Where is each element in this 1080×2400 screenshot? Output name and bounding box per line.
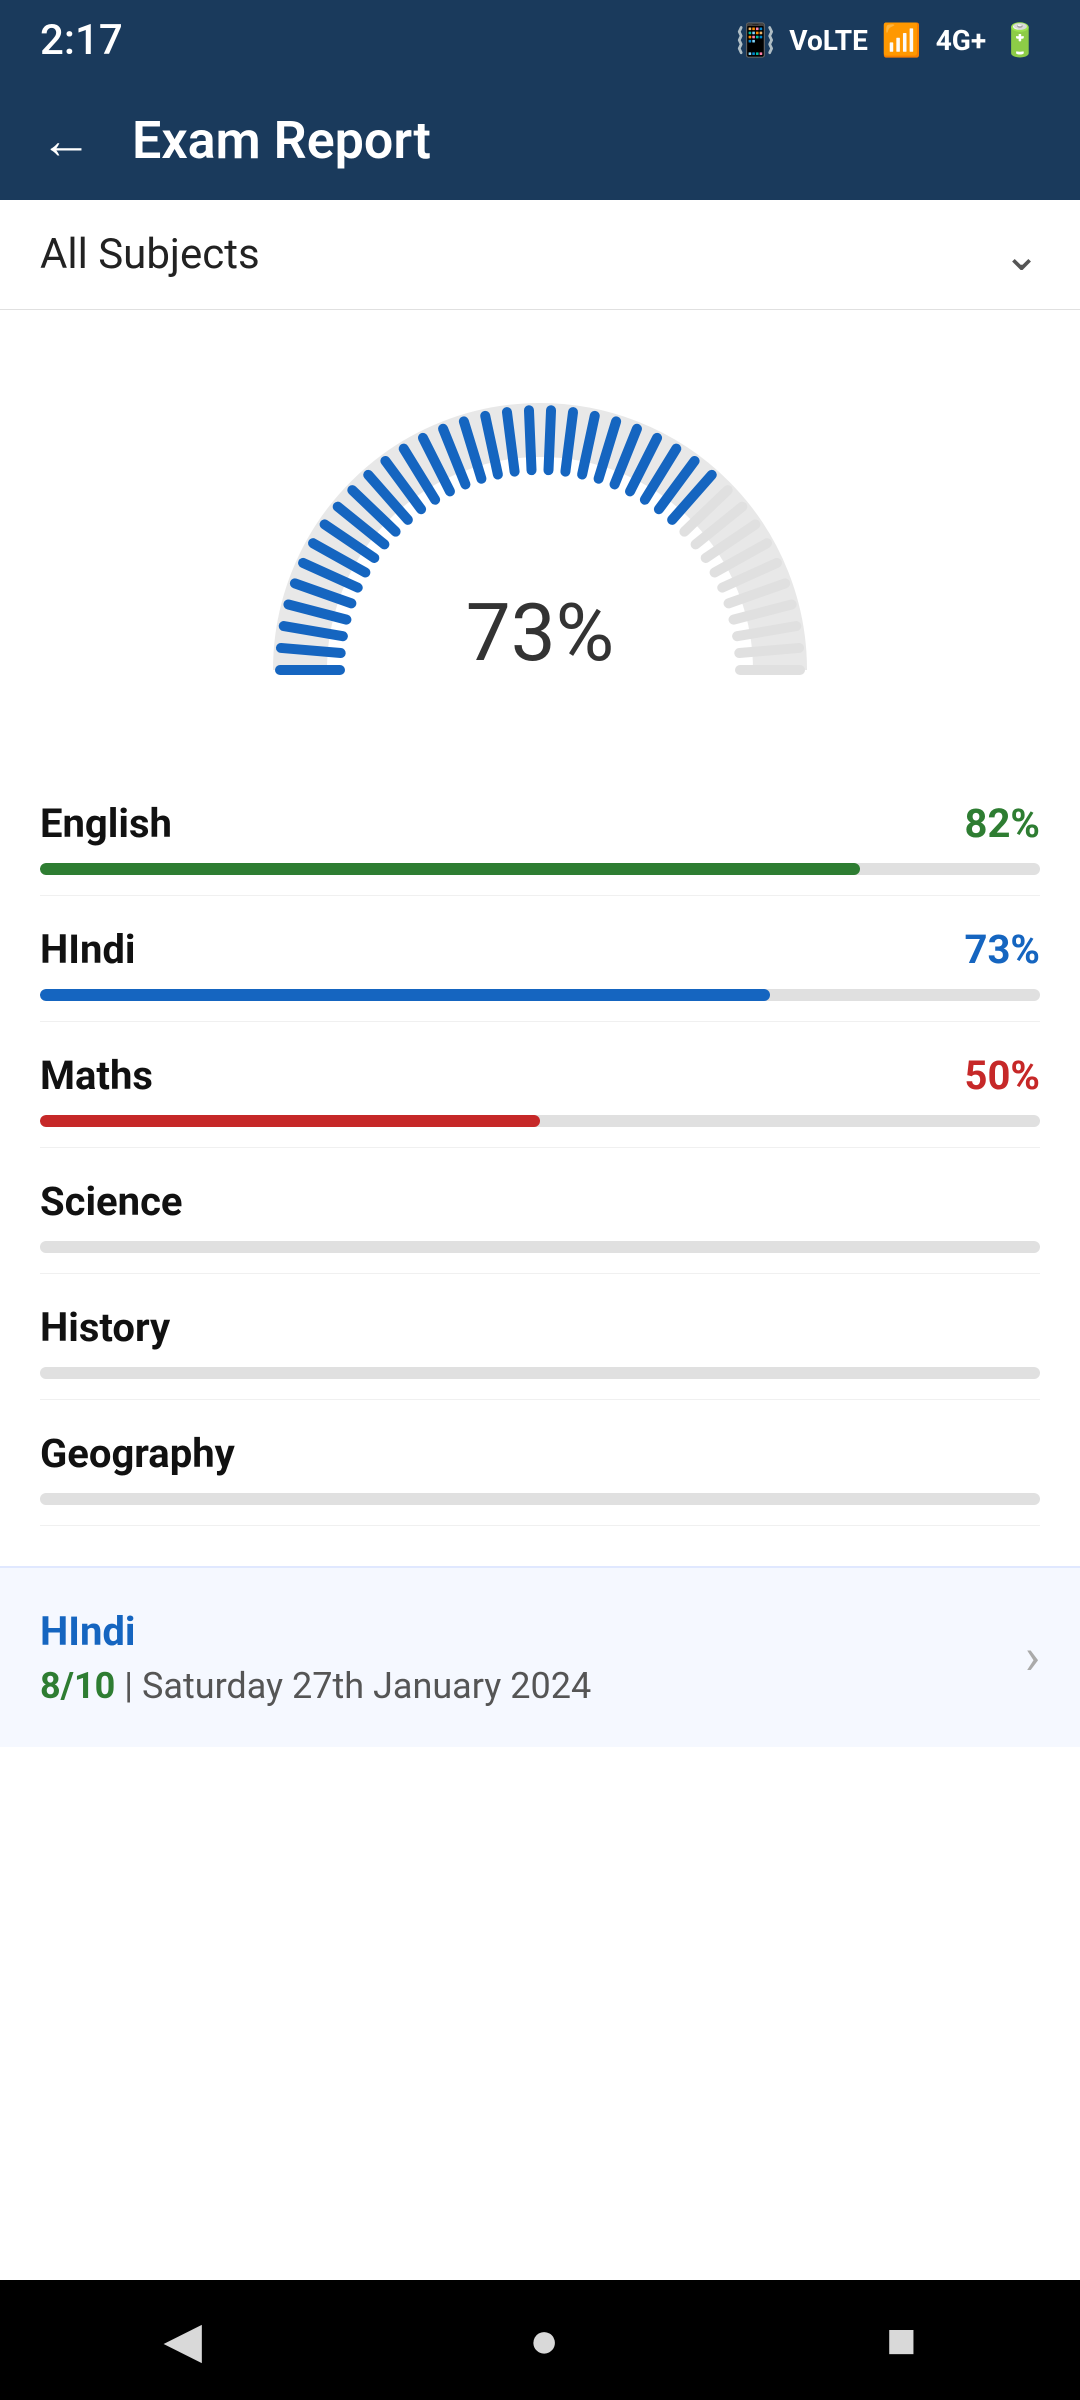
nav-home-button[interactable]: ● [529,2311,559,2370]
progress-bar-bg-science [40,1241,1040,1253]
subject-name-english: English [40,800,172,847]
subject-score-english: 82% [965,800,1040,847]
subject-item-english: English 82% [40,770,1040,896]
subject-name-science: Science [40,1178,183,1225]
exam-card-detail: 8/10 | Saturday 27th January 2024 [40,1665,591,1707]
gauge-section: 73% [0,310,1080,750]
bottom-nav: ◀ ● ■ [0,2280,1080,2400]
status-time: 2:17 [40,16,123,65]
subject-name-geography: Geography [40,1430,235,1477]
vibrate-icon: 📳 [735,21,775,59]
gauge-percent: 73% [466,586,615,680]
nav-back-button[interactable]: ◀ [164,2311,202,2370]
progress-bar-bg-history [40,1367,1040,1379]
subject-item-science: Science [40,1148,1040,1274]
progress-bar-bg-maths [40,1115,1040,1127]
status-bar: 2:17 📳 VoLTE 📶 4G+ 🔋 [0,0,1080,80]
chevron-right-icon: › [1025,1629,1040,1687]
subject-dropdown[interactable]: All Subjects ⌄ [0,200,1080,310]
exam-card-date: Saturday 27th January 2024 [142,1665,591,1707]
subject-item-geography: Geography [40,1400,1040,1526]
signal-icon: 4G+ [936,24,986,57]
subject-name-hindi: HIndi [40,926,135,973]
back-button[interactable]: ← [40,110,92,171]
progress-bar-fill-hindi [40,989,770,1001]
wifi-icon: 📶 [882,21,922,59]
nav-recents-button[interactable]: ■ [886,2311,916,2370]
battery-icon: 🔋 [1000,21,1040,59]
page-title: Exam Report [132,110,431,171]
progress-bar-fill-english [40,863,860,875]
subject-name-history: History [40,1304,170,1351]
progress-bar-bg-geography [40,1493,1040,1505]
subject-name-maths: Maths [40,1052,153,1099]
progress-bar-bg-english [40,863,1040,875]
exam-card-score: 8/10 [40,1665,115,1707]
progress-bar-fill-maths [40,1115,540,1127]
subject-item-history: History [40,1274,1040,1400]
exam-result-card[interactable]: HIndi 8/10 | Saturday 27th January 2024 … [0,1566,1080,1747]
chevron-down-icon: ⌄ [1003,229,1040,281]
subject-item-hindi: HIndi 73% [40,896,1040,1022]
subjects-list: English 82% HIndi 73% Maths 50% Science [0,750,1080,1526]
app-header: ← Exam Report [0,80,1080,200]
status-icons: 📳 VoLTE 📶 4G+ 🔋 [735,21,1040,59]
subject-score-hindi: 73% [965,926,1040,973]
exam-card-content: HIndi 8/10 | Saturday 27th January 2024 [40,1608,591,1707]
exam-card-separator: | [115,1665,142,1707]
subject-item-maths: Maths 50% [40,1022,1040,1148]
subject-dropdown-label: All Subjects [40,230,260,279]
progress-bar-bg-hindi [40,989,1040,1001]
exam-card-subject: HIndi [40,1608,591,1655]
volte-icon: VoLTE [789,24,868,57]
subject-score-maths: 50% [965,1052,1040,1099]
gauge-container: 73% [240,370,840,710]
